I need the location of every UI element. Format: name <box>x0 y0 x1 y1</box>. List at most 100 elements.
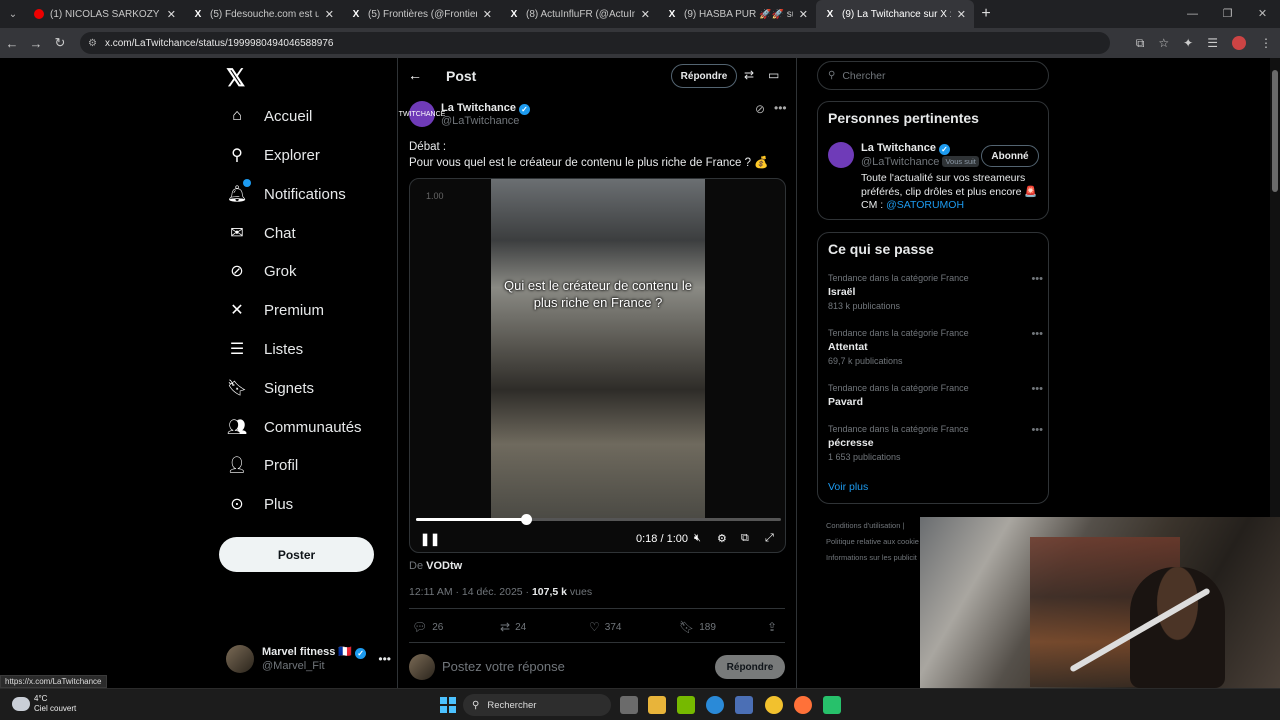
search-input[interactable]: ⚲ Chercher <box>817 61 1049 90</box>
x-icon: X <box>510 8 518 20</box>
trend-item[interactable]: Tendance dans la catégorie France pécres… <box>828 424 1043 462</box>
edge-icon[interactable] <box>706 696 724 714</box>
video-player[interactable]: 1.00 Qui est le créateur de contenu le p… <box>409 178 786 553</box>
relevant-name[interactable]: La Twitchance ✓ <box>861 142 950 155</box>
repost-action[interactable]: ⇄ 24 <box>500 620 526 634</box>
minimize-icon[interactable]: — <box>1175 0 1210 28</box>
share-icon: ⇪ <box>767 620 778 634</box>
windows-start-icon[interactable] <box>440 697 456 713</box>
nav-notifications[interactable]: 🔔︎ Notifications <box>226 179 346 209</box>
reload-icon[interactable]: ↻ <box>48 35 72 51</box>
site-info-icon[interactable]: ⚙ <box>88 38 97 49</box>
close-tab-icon[interactable]: ✕ <box>957 8 966 21</box>
close-window-icon[interactable]: ✕ <box>1245 0 1280 28</box>
fullscreen-icon[interactable]: ⤢ <box>765 532 774 545</box>
menu-icon[interactable]: ⋮ <box>1260 36 1272 50</box>
app-icon[interactable] <box>823 696 841 714</box>
back-icon[interactable]: ← <box>0 36 24 51</box>
back-arrow-icon[interactable]: ← <box>408 67 422 83</box>
x-logo-icon[interactable]: 𝕏 <box>226 64 256 94</box>
nav-lists[interactable]: ☰ Listes <box>226 334 303 364</box>
more-icon[interactable]: ••• <box>774 101 787 115</box>
nav-more[interactable]: ⊙ Plus <box>226 489 293 519</box>
nav-premium[interactable]: ✕ Premium <box>226 295 324 325</box>
weather-widget[interactable]: 4°C Ciel couvert <box>12 694 76 714</box>
reply-header-button[interactable]: Répondre <box>671 64 737 88</box>
task-view-icon[interactable] <box>620 696 638 714</box>
reading-list-icon[interactable]: ☰ <box>1207 36 1218 50</box>
trend-item[interactable]: Tendance dans la catégorie France Pavard… <box>828 383 1043 408</box>
settings-gear-icon[interactable]: ⚙ <box>717 532 727 545</box>
store-icon[interactable] <box>735 696 753 714</box>
grok-icon[interactable]: ⊘ <box>755 102 765 116</box>
avatar[interactable] <box>828 142 854 168</box>
close-tab-icon[interactable]: ✕ <box>325 8 334 21</box>
more-icon[interactable]: ••• <box>1031 424 1043 436</box>
nav-profile[interactable]: 👤︎ Profil <box>226 450 298 480</box>
mention-link[interactable]: @SATORUMOH <box>886 199 964 211</box>
nvidia-icon[interactable] <box>677 696 695 714</box>
author-handle[interactable]: @LaTwitchance <box>441 115 519 127</box>
trend-item[interactable]: Tendance dans la catégorie France Attent… <box>828 328 1043 366</box>
close-tab-icon[interactable]: ✕ <box>641 8 650 21</box>
webcam-overlay <box>920 517 1280 688</box>
forward-icon[interactable]: → <box>24 36 48 51</box>
more-icon[interactable]: ••• <box>1031 328 1043 340</box>
reply-submit-button[interactable]: Répondre <box>715 655 785 679</box>
trend-item[interactable]: Tendance dans la catégorie France Israël… <box>828 273 1043 311</box>
install-app-icon[interactable]: ⧉ <box>1136 36 1145 51</box>
author-avatar[interactable]: TWITCHANCE <box>399 101 445 127</box>
following-button[interactable]: Abonné <box>981 145 1039 167</box>
video-progress-bar[interactable] <box>416 514 781 525</box>
filter-icon[interactable]: ⇄ <box>744 68 754 82</box>
profile-avatar-icon[interactable] <box>1232 36 1246 50</box>
reply-input[interactable]: Postez votre réponse <box>442 659 565 674</box>
video-frame[interactable]: Qui est le créateur de contenu le plus r… <box>491 179 705 519</box>
see-more-link[interactable]: Voir plus <box>828 481 868 493</box>
chrome-icon[interactable] <box>765 696 783 714</box>
taskbar-search[interactable]: ⚲ Rechercher <box>463 694 611 716</box>
nav-communities[interactable]: 👥︎ Communautés <box>226 412 362 442</box>
browser-tab[interactable]: X(5) Frontières (@Frontieresmed✕ <box>342 0 500 28</box>
post-button[interactable]: Poster <box>219 537 374 572</box>
author-name[interactable]: La Twitchance ✓ <box>441 102 530 115</box>
maximize-icon[interactable]: ❐ <box>1210 0 1245 28</box>
reader-icon[interactable]: ▭ <box>768 68 779 82</box>
browser-tab[interactable]: X(9) HASBA PUR 🚀🚀 sur X : "✕ <box>658 0 816 28</box>
browser-tab[interactable]: (1) NICOLAS SARKOZY : INTERV✕ <box>26 0 184 28</box>
tab-search-icon[interactable]: ⌄ <box>0 0 26 28</box>
communities-icon: 👥︎ <box>226 419 248 436</box>
nav-explore[interactable]: ⚲ Explorer <box>226 140 320 170</box>
account-switcher[interactable]: Marvel fitness 🇫🇷 ✓ @Marvel_Fit ••• <box>226 642 391 676</box>
bookmark-action[interactable]: 🔖︎ 189 <box>679 620 716 634</box>
source-link[interactable]: VODtw <box>426 560 462 572</box>
card-title: Personnes pertinentes <box>828 110 979 126</box>
nav-home[interactable]: ⌂ Accueil <box>226 101 312 131</box>
close-tab-icon[interactable]: ✕ <box>483 8 492 21</box>
nav-chat[interactable]: ✉ Chat <box>226 218 295 248</box>
star-icon[interactable]: ☆ <box>1158 36 1169 50</box>
nav-grok[interactable]: ⊘ Grok <box>226 256 296 286</box>
file-explorer-icon[interactable] <box>648 696 666 714</box>
firefox-icon[interactable] <box>794 696 812 714</box>
scrollbar-thumb[interactable] <box>1272 70 1278 192</box>
more-icon[interactable]: ••• <box>1031 273 1043 285</box>
new-tab-button[interactable]: + <box>974 5 998 23</box>
url-input[interactable]: ⚙ x.com/LaTwitchance/status/199998049404… <box>80 32 1110 54</box>
extensions-icon[interactable]: ✦ <box>1183 36 1193 50</box>
browser-tab[interactable]: X(8) ActuInfluFR (@ActuInfluFR) /✕ <box>500 0 658 28</box>
more-icon[interactable]: ••• <box>378 652 391 666</box>
close-tab-icon[interactable]: ✕ <box>167 8 176 21</box>
browser-tab-active[interactable]: X(9) La Twitchance sur X : "Débat✕ <box>816 0 974 28</box>
nav-bookmarks[interactable]: 🔖︎ Signets <box>226 373 314 403</box>
video-progress-knob[interactable] <box>520 514 532 525</box>
more-icon[interactable]: ••• <box>1031 383 1043 395</box>
like-action[interactable]: ♡ 374 <box>589 620 621 634</box>
browser-tab[interactable]: X(5) Fdesouche.com est une revu✕ <box>184 0 342 28</box>
share-action[interactable]: ⇪ <box>767 620 782 634</box>
close-tab-icon[interactable]: ✕ <box>799 8 808 21</box>
mute-icon[interactable]: 🔇︎ <box>694 532 701 545</box>
picture-in-picture-icon[interactable]: ⧉ <box>741 532 749 545</box>
pause-icon[interactable]: ❚❚ <box>420 532 440 546</box>
reply-action[interactable]: 💬︎ 26 <box>412 620 443 634</box>
